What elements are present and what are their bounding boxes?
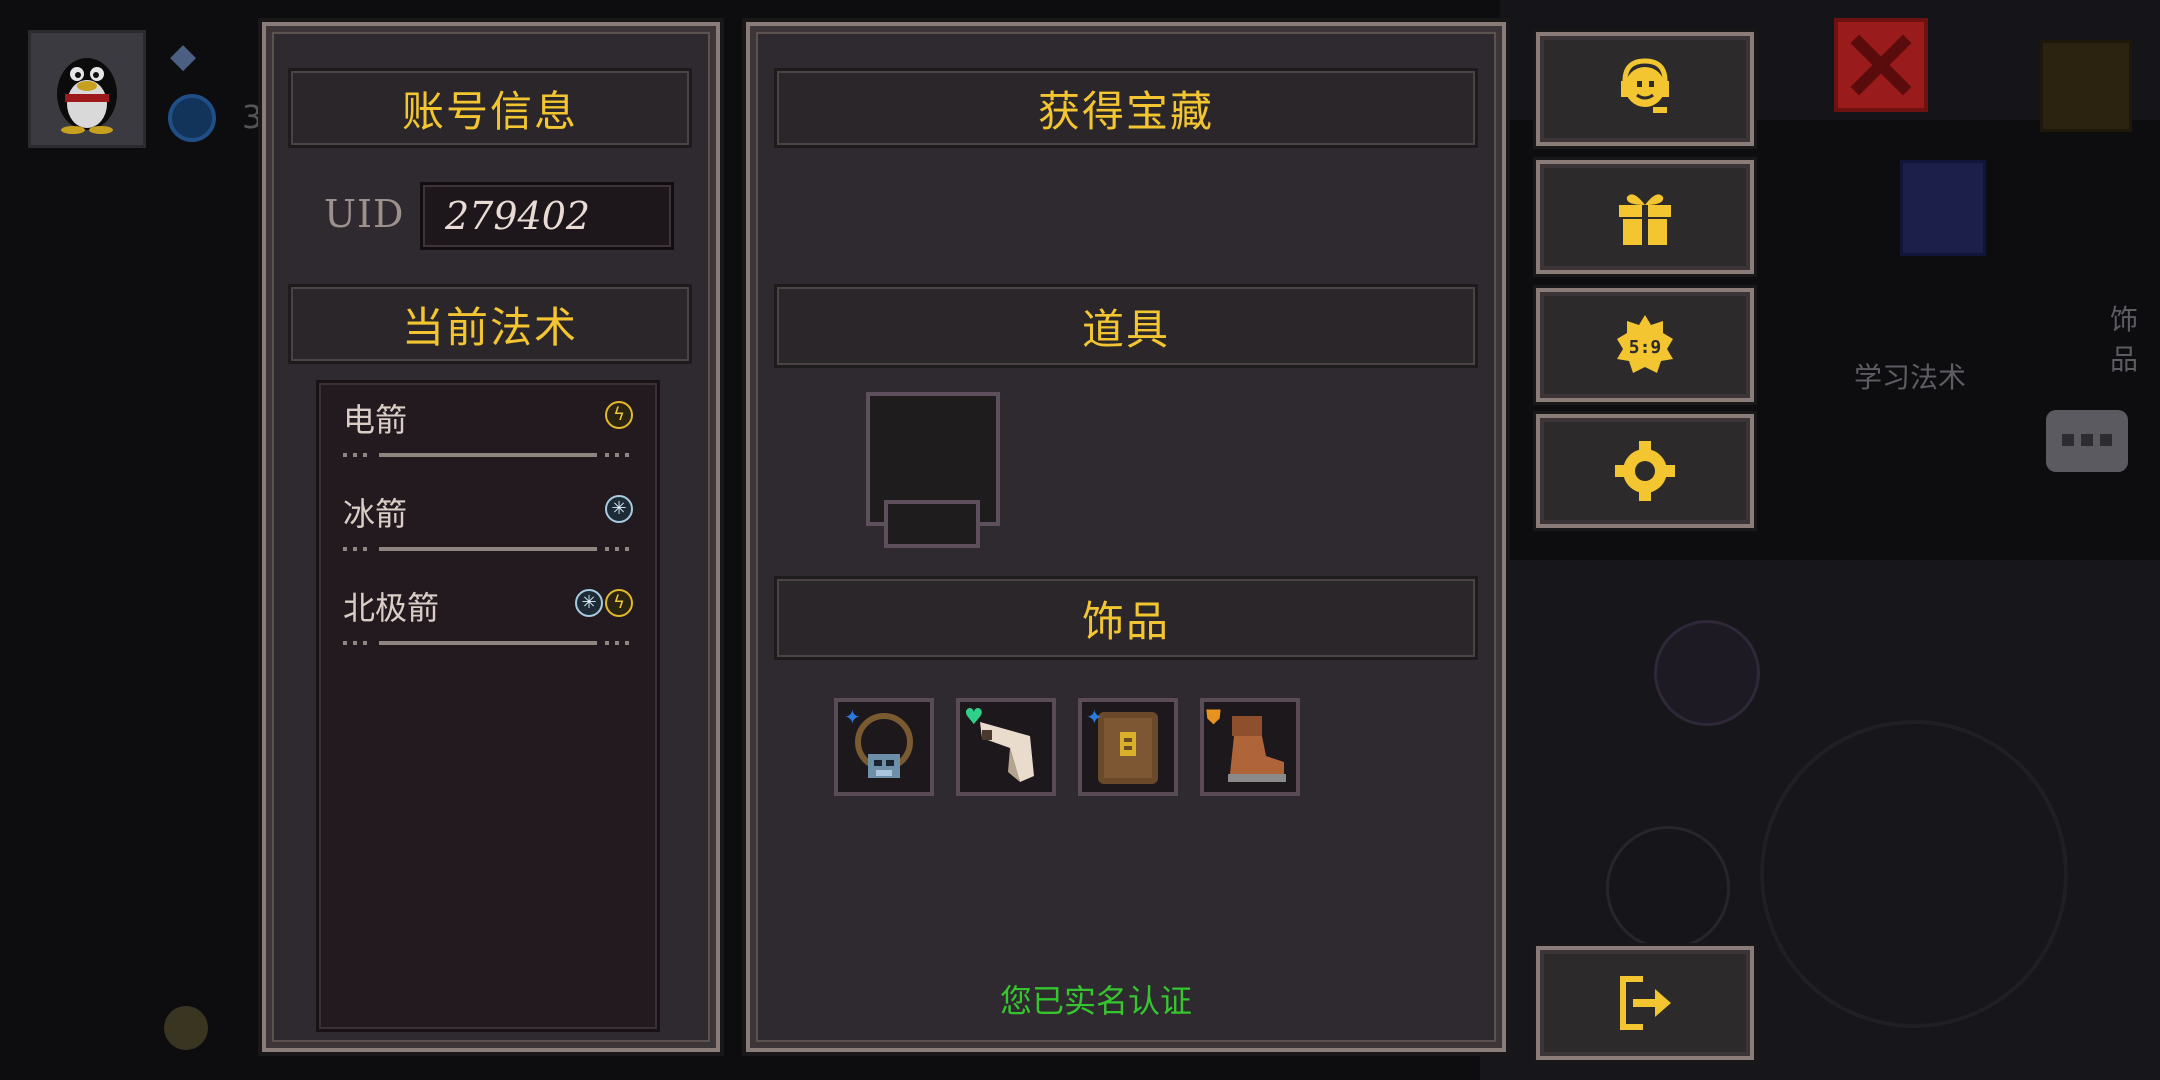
logout-icon: [1620, 976, 1671, 1030]
settings-button[interactable]: [1536, 414, 1754, 528]
treasure-panel: [746, 22, 1506, 1052]
items-title: 道具: [774, 284, 1478, 368]
account-info-title: 账号信息: [288, 68, 692, 148]
diamond-icon: ◆: [170, 36, 197, 76]
code-icon: 5:9: [1617, 315, 1673, 373]
spell-item[interactable]: 冰箭 ✳: [319, 477, 657, 571]
ice-element-icon: ✳: [575, 589, 603, 617]
lightning-skill-icon: [1654, 620, 1760, 726]
spell-name: 电箭: [343, 401, 408, 439]
scroll-icon: ♥: [964, 705, 1034, 782]
ice-element-icon: ✳: [605, 495, 633, 523]
current-spells-title: 当前法术: [288, 284, 692, 364]
item-slot-count: [884, 500, 980, 548]
backpack-icon: ✦: [1086, 705, 1158, 784]
blue-star-badge: ✦: [1086, 705, 1103, 729]
spell-list: 电箭 ϟ 冰箭 ✳ 北极箭 ✳ ϟ: [316, 380, 660, 1032]
divider: [343, 453, 633, 457]
close-icon: [1834, 18, 1928, 112]
svg-text:5:9: 5:9: [1629, 337, 1662, 358]
amulet-icon: ✦: [844, 705, 913, 778]
lightning-element-icon: ϟ: [605, 401, 633, 429]
accessory-slot[interactable]: ✦: [1078, 698, 1178, 796]
spell-item[interactable]: 电箭 ϟ: [319, 383, 657, 477]
uid-value: 279402: [420, 182, 674, 250]
uid-label: UID: [324, 192, 405, 236]
gift-icon: [1619, 194, 1671, 245]
divider: [343, 547, 633, 551]
customer-service-icon: [1621, 58, 1669, 113]
divider: [343, 641, 633, 645]
coin-icon: [168, 94, 216, 142]
accessory-slot[interactable]: ✦: [834, 698, 934, 796]
redeem-code-button[interactable]: 5:9: [1536, 288, 1754, 402]
spell-item[interactable]: 北极箭 ✳ ϟ: [319, 571, 657, 665]
spell-name: 冰箭: [343, 495, 408, 533]
qq-avatar: [28, 30, 146, 148]
gift-box-icon: [1900, 160, 1986, 256]
accessory-slot[interactable]: ⛊: [1200, 698, 1300, 796]
coin-count: 3: [242, 98, 263, 136]
gift-button[interactable]: [1536, 160, 1754, 274]
spell-name: 北极箭: [343, 589, 440, 627]
chat-icon: [2046, 410, 2128, 472]
boot-icon: ⛊: [1206, 705, 1286, 782]
lightning-element-icon: ϟ: [605, 589, 633, 617]
real-name-verified-text: 您已实名认证: [1000, 982, 1193, 1020]
accessory-slot[interactable]: ♥: [956, 698, 1056, 796]
treasure-title: 获得宝藏: [774, 68, 1478, 148]
settings-icon: [1615, 441, 1675, 501]
joystick-icon: [1760, 720, 2068, 1028]
book-icon: [2040, 40, 2132, 132]
orb-icon: [164, 1006, 208, 1050]
green-heart-badge: ♥: [964, 705, 984, 730]
customer-service-button[interactable]: [1536, 32, 1754, 146]
blue-star-badge: ✦: [844, 705, 861, 729]
ice-skill-icon: [1606, 826, 1730, 950]
penguin-icon: [57, 58, 117, 134]
learn-spell-label: 学习法术: [1854, 361, 1967, 394]
accessories-title: 饰品: [774, 576, 1478, 660]
orange-shield-badge: ⛊: [1206, 705, 1221, 729]
logout-button[interactable]: [1536, 946, 1754, 1060]
accessory-label: 饰品: [2110, 303, 2139, 376]
